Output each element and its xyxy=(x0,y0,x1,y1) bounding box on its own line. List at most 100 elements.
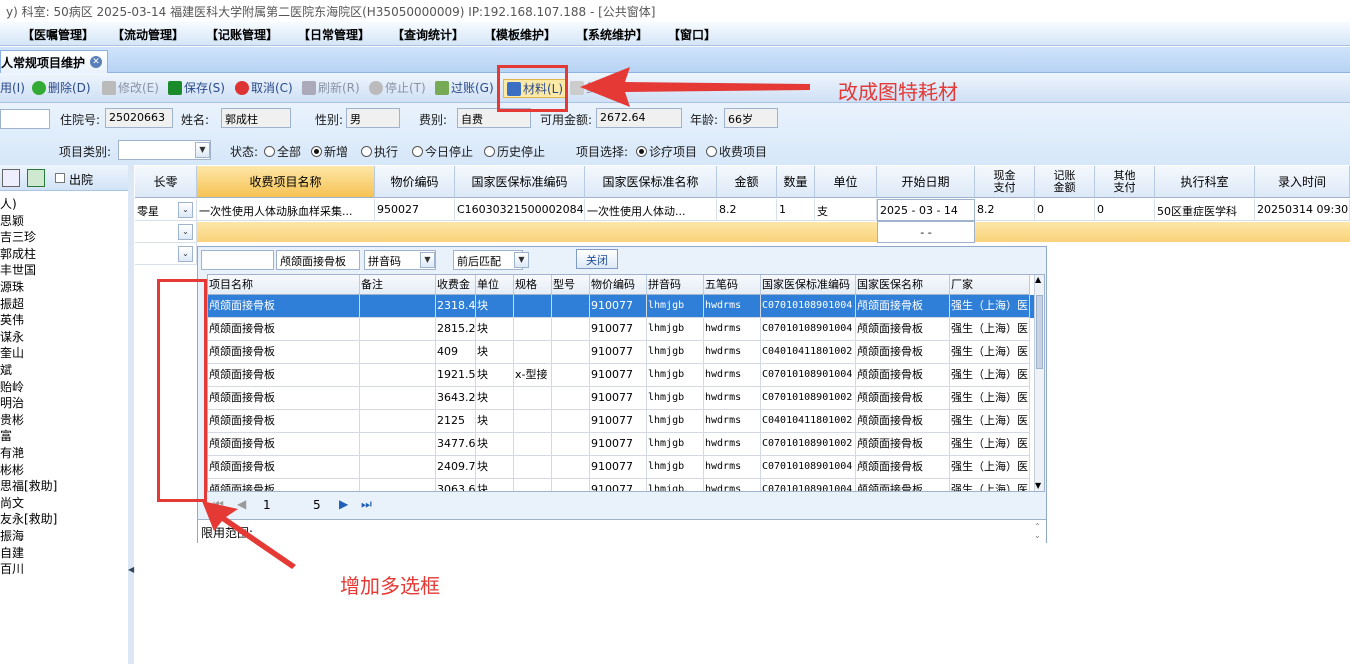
col-header-jizhang[interactable]: 记账金额 xyxy=(1035,166,1095,198)
patient-list-item[interactable]: 奎山 xyxy=(0,344,24,361)
scroll-down-icon[interactable]: ▼ xyxy=(1035,481,1041,490)
popup-table-row[interactable]: 颅颌面接骨板 2409.7 块 910077 lhmjgb hwdrms C07010108… xyxy=(208,456,1037,479)
close-icon[interactable]: ✕ xyxy=(90,56,102,68)
col-header-item-name[interactable]: 收费项目名称 xyxy=(197,166,375,198)
last-page-icon[interactable]: ⏭ xyxy=(361,497,372,512)
scrollbar-thumb[interactable] xyxy=(1036,295,1043,369)
col-header-dept[interactable]: 执行科室 xyxy=(1155,166,1255,198)
vertical-scrollbar[interactable]: ▲ ▼ xyxy=(1034,275,1044,491)
patient-lookup-input[interactable] xyxy=(0,109,50,129)
popup-table-row[interactable]: 颅颌面接骨板 3643.2 块 910077 lhmjgb hwdrms C07010108… xyxy=(208,387,1037,410)
choice-radio-charge[interactable]: 收费项目 xyxy=(706,143,767,160)
chevron-down-icon[interactable]: ▼ xyxy=(514,252,529,268)
refresh-button[interactable]: 刷新(R) xyxy=(302,79,360,96)
choice-radio-treatment[interactable]: 诊疗项目 xyxy=(636,143,697,160)
popup-col-header[interactable]: 厂家 xyxy=(950,275,1030,295)
patient-list-item[interactable]: 郭成柱 xyxy=(0,245,36,262)
popup-col-header[interactable]: 物价编码 xyxy=(590,275,647,295)
patient-list-item[interactable]: 百川 xyxy=(0,560,24,577)
popup-col-header[interactable]: 拼音码 xyxy=(647,275,704,295)
save-button[interactable]: 保存(S) xyxy=(168,79,225,96)
col-header-type[interactable]: 长零 xyxy=(135,166,197,198)
panel-splitter[interactable]: ◀ xyxy=(128,165,134,664)
collapse-icon[interactable]: ◀ xyxy=(128,565,134,574)
popup-table-row[interactable]: 颅颌面接骨板 2125 块 910077 lhmjgb hwdrms C0401041180… xyxy=(208,410,1037,433)
cancel-button[interactable]: 取消(C) xyxy=(235,79,293,96)
patient-list-item[interactable]: 斌 xyxy=(0,361,12,378)
stop-button[interactable]: 停止(T) xyxy=(369,79,426,96)
patient-list-item[interactable]: 尚文 xyxy=(0,494,24,511)
chevron-down-icon[interactable]: ⌄ xyxy=(178,224,193,240)
patient-list-item[interactable]: 源珠 xyxy=(0,278,24,295)
next-page-icon[interactable]: ▶ xyxy=(339,497,348,511)
patient-list-item[interactable]: 有滟 xyxy=(0,444,24,461)
popup-col-header[interactable]: 国家医保名称 xyxy=(856,275,950,295)
col-header-qty[interactable]: 数量 xyxy=(777,166,815,198)
patient-list-item[interactable]: 思福[救助] xyxy=(0,477,57,494)
popup-table-row[interactable]: 颅颌面接骨板 1921.5 块 x-型接 910077 lhmjgb hwdrms C0701… xyxy=(208,364,1037,387)
col-header-nat-code[interactable]: 国家医保标准编码 xyxy=(455,166,585,198)
patient-list-item[interactable]: 富 xyxy=(0,427,12,444)
popup-col-header[interactable]: 备注 xyxy=(360,275,436,295)
discharged-checkbox[interactable] xyxy=(55,173,65,183)
status-radio-today-stop[interactable]: 今日停止 xyxy=(412,143,473,160)
patient-list-item[interactable]: 明治 xyxy=(0,394,24,411)
chevron-down-icon[interactable]: ⌄ xyxy=(178,202,193,218)
menu-template-maintenance[interactable]: 【模板维护】 xyxy=(484,26,556,43)
menu-window[interactable]: 【窗口】 xyxy=(668,26,716,43)
scroll-up-icon[interactable]: ▲ xyxy=(1035,275,1041,284)
patient-list-item[interactable]: 人) xyxy=(0,195,17,212)
col-header-entry-time[interactable]: 录入时间 xyxy=(1255,166,1350,198)
patient-list-item[interactable]: 振超 xyxy=(0,295,24,312)
tab-routine-item-maintenance[interactable]: 人常规项目维护 ✕ xyxy=(0,50,108,73)
popup-col-header[interactable]: 型号 xyxy=(552,275,590,295)
delete-button[interactable]: 删除(D) xyxy=(32,79,91,96)
popup-col-header[interactable]: 国家医保标准编码 xyxy=(761,275,856,295)
popup-col-header[interactable]: 五笔码 xyxy=(704,275,761,295)
cell-qty[interactable]: 1 xyxy=(777,199,815,221)
col-header-nat-name[interactable]: 国家医保标准名称 xyxy=(585,166,717,198)
status-radio-exec[interactable]: 执行 xyxy=(361,143,398,160)
popup-col-header[interactable]: 项目名称 xyxy=(208,275,360,295)
patient-list-item[interactable]: 思颖 xyxy=(0,212,24,229)
patient-list-item[interactable]: 彬彬 xyxy=(0,461,24,478)
scroll-icon[interactable]: ⌃ ⌄ xyxy=(1034,522,1041,540)
popup-table-row[interactable]: 颅颌面接骨板 409 块 910077 lhmjgb hwdrms C04010411801… xyxy=(208,341,1037,364)
search-icon[interactable] xyxy=(2,169,20,187)
menu-flow-management[interactable]: 【流动管理】 xyxy=(112,26,184,43)
patient-list-item[interactable]: 吉三珍 xyxy=(0,228,36,245)
status-radio-history-stop[interactable]: 历史停止 xyxy=(484,143,545,160)
patient-list-item[interactable]: 贵彬 xyxy=(0,411,24,428)
patient-list-item[interactable]: 友永[救助] xyxy=(0,510,57,527)
menu-query-statistics[interactable]: 【查询统计】 xyxy=(392,26,464,43)
post-button[interactable]: 过账(G) xyxy=(435,79,494,96)
popup-table-row[interactable]: 颅颌面接骨板 2815.2 块 910077 lhmjgb hwdrms C07010108… xyxy=(208,318,1037,341)
cell-start-date[interactable]: 2025 - 03 - 14 xyxy=(877,199,975,221)
menu-billing-management[interactable]: 【记账管理】 xyxy=(206,26,278,43)
chevron-down-icon[interactable]: ▼ xyxy=(420,252,435,268)
status-radio-new[interactable]: 新增 xyxy=(311,143,348,160)
chevron-down-icon[interactable]: ▼ xyxy=(195,142,210,158)
menu-daily-management[interactable]: 【日常管理】 xyxy=(298,26,370,43)
col-header-start-date[interactable]: 开始日期 xyxy=(877,166,975,198)
patient-list-item[interactable]: 自建 xyxy=(0,544,24,561)
popup-table-row[interactable]: 颅颌面接骨板 3477.6 块 910077 lhmjgb hwdrms C07010108… xyxy=(208,433,1037,456)
patient-list-item[interactable]: 英伟 xyxy=(0,311,24,328)
popup-table-row[interactable]: 颅颌面接骨板 2318.4 块 910077 lhmjgb hwdrms C07010108… xyxy=(208,295,1037,318)
patient-list-item[interactable]: 谋永 xyxy=(0,328,24,345)
patient-list-item[interactable]: 振海 xyxy=(0,527,24,544)
col-header-other[interactable]: 其他支付 xyxy=(1095,166,1155,198)
refresh-icon[interactable] xyxy=(27,169,45,187)
popup-col-header[interactable]: 收费金 xyxy=(436,275,476,295)
popup-blank-input[interactable] xyxy=(201,250,274,270)
popup-close-button[interactable]: 关闭 xyxy=(576,249,618,269)
col-header-amount[interactable]: 金额 xyxy=(717,166,777,198)
patient-list-item[interactable]: 贻岭 xyxy=(0,378,24,395)
cell-start-date-new[interactable]: - - xyxy=(877,221,975,243)
popup-match-select[interactable]: 前后匹配 xyxy=(453,250,523,270)
apply-button[interactable]: 用(I) xyxy=(0,79,25,96)
popup-search-input[interactable]: 颅颌面接骨板 xyxy=(276,250,360,270)
status-radio-all[interactable]: 全部 xyxy=(264,143,301,160)
edit-button[interactable]: 修改(E) xyxy=(102,79,159,96)
menu-system-maintenance[interactable]: 【系统维护】 xyxy=(576,26,648,43)
